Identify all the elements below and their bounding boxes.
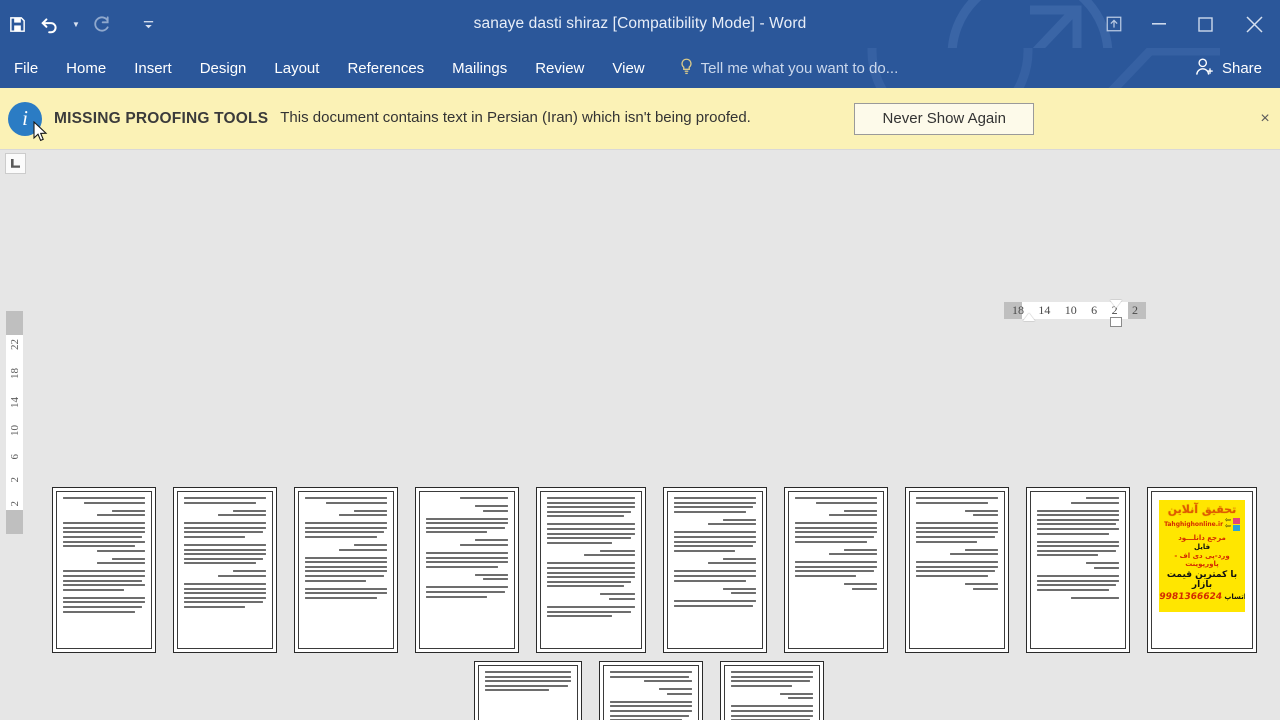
missing-proofing-tools-bar: i MISSING PROOFING TOOLS This document c… <box>0 88 1280 150</box>
left-indent-box-marker[interactable] <box>1110 317 1122 327</box>
tab-design[interactable]: Design <box>186 48 261 88</box>
tab-mailings[interactable]: Mailings <box>438 48 521 88</box>
document-workspace[interactable]: 2 2 6 10 14 18 22 18 14 10 6 2 2 تحقیق آ… <box>0 150 1280 720</box>
tell-me-search[interactable]: Tell me what you want to do... <box>679 48 899 88</box>
minimize-button[interactable] <box>1136 0 1182 48</box>
vertical-ruler-ticks: 2 2 6 10 14 18 22 <box>6 335 23 510</box>
notification-title: MISSING PROOFING TOOLS <box>54 109 269 127</box>
close-button[interactable] <box>1228 0 1280 48</box>
share-person-icon <box>1195 57 1215 80</box>
maximize-button[interactable] <box>1182 0 1228 48</box>
tab-insert[interactable]: Insert <box>120 48 186 88</box>
vruler-tick: 22 <box>8 339 21 350</box>
page-row-2 <box>474 661 1232 720</box>
window-controls <box>1092 0 1280 48</box>
page-row-1: تحقیق آنلاین Tahghighonline.ir ⇦ ⇦ مرجع د… <box>52 487 1257 653</box>
notification-message: This document contains text in Persian (… <box>280 109 751 127</box>
vruler-tick: 6 <box>8 454 21 460</box>
share-button[interactable]: Share <box>1185 48 1272 88</box>
tab-review[interactable]: Review <box>521 48 598 88</box>
vruler-tick: 10 <box>8 425 21 437</box>
share-label: Share <box>1221 59 1262 77</box>
tab-home[interactable]: Home <box>52 48 120 88</box>
document-page[interactable] <box>294 487 398 653</box>
hruler-tick: 10 <box>1064 303 1077 317</box>
title-bar: ▼ sanaye dasti shiraz [Compatibility Mod… <box>0 0 1280 48</box>
ad-line-3: ورد-پی دی اف - پاورپوینت <box>1174 551 1230 568</box>
lightbulb-icon <box>679 58 694 79</box>
document-page-advertisement[interactable]: تحقیق آنلاین Tahghighonline.ir ⇦ ⇦ مرجع د… <box>1147 487 1257 653</box>
ad-chip-icon <box>1232 517 1240 524</box>
vertical-ruler-margin-top <box>6 311 23 335</box>
ribbon-tab-bar: File Home Insert Design Layout Reference… <box>0 48 1280 88</box>
ad-headline: تحقیق آنلاین <box>1167 503 1237 516</box>
window-title: sanaye dasti shiraz [Compatibility Mode]… <box>473 15 807 32</box>
ad-url: Tahghighonline.ir <box>1164 520 1224 528</box>
tab-stop-selector[interactable] <box>5 153 26 174</box>
document-page[interactable] <box>536 487 646 653</box>
tab-layout[interactable]: Layout <box>260 48 333 88</box>
ad-thumbnails <box>1232 517 1240 531</box>
document-page[interactable] <box>1026 487 1130 653</box>
vertical-ruler[interactable]: 2 2 6 10 14 18 22 <box>6 311 23 534</box>
tab-file[interactable]: File <box>0 48 52 88</box>
ad-line-4: با کمترین قیمت بازار <box>1166 569 1238 591</box>
document-page[interactable] <box>784 487 888 653</box>
document-page[interactable] <box>474 661 582 720</box>
document-page[interactable] <box>415 487 519 653</box>
ad-phone-row: واتساپ 09981366624 <box>1159 592 1245 602</box>
vruler-tick: 18 <box>8 367 21 379</box>
document-page[interactable] <box>720 661 824 720</box>
ribbon-display-options-icon[interactable] <box>1092 0 1136 48</box>
advertisement: تحقیق آنلاین Tahghighonline.ir ⇦ ⇦ مرجع د… <box>1152 492 1252 648</box>
hruler-tick: 6 <box>1091 303 1098 317</box>
document-page[interactable] <box>663 487 767 653</box>
ad-phone-number: 09981366624 <box>1159 592 1224 603</box>
arrows-icon: ⇦ ⇦ <box>1225 517 1231 531</box>
hruler-tick: 2 <box>1131 303 1138 317</box>
first-line-indent-marker[interactable] <box>1023 313 1035 321</box>
document-page[interactable] <box>52 487 156 653</box>
hruler-tick: 14 <box>1038 303 1051 317</box>
vruler-tick: 2 <box>8 500 21 507</box>
document-page[interactable] <box>905 487 1009 653</box>
vruler-tick: 2 <box>8 477 21 483</box>
document-page[interactable] <box>599 661 703 720</box>
hanging-indent-marker[interactable] <box>1110 300 1122 308</box>
ad-chip-icon <box>1232 524 1240 531</box>
info-icon: i <box>8 101 42 136</box>
vertical-ruler-margin-bottom <box>6 510 23 534</box>
document-page[interactable] <box>173 487 277 653</box>
tell-me-label: Tell me what you want to do... <box>700 59 899 77</box>
tab-references[interactable]: References <box>333 48 438 88</box>
page-thumbnails: تحقیق آنلاین Tahghighonline.ir ⇦ ⇦ مرجع د… <box>52 487 1257 720</box>
ad-whatsapp-label: واتساپ <box>1224 593 1245 602</box>
ad-line-1: مرجع دانلـــود <box>1178 533 1226 542</box>
never-show-again-button[interactable]: Never Show Again <box>854 102 1035 135</box>
ad-line-2: فایل <box>1193 542 1211 551</box>
ad-url-row: Tahghighonline.ir ⇦ ⇦ <box>1159 517 1245 531</box>
tab-view[interactable]: View <box>598 48 658 88</box>
close-icon[interactable]: × <box>1255 109 1275 129</box>
vruler-tick: 14 <box>8 396 21 408</box>
